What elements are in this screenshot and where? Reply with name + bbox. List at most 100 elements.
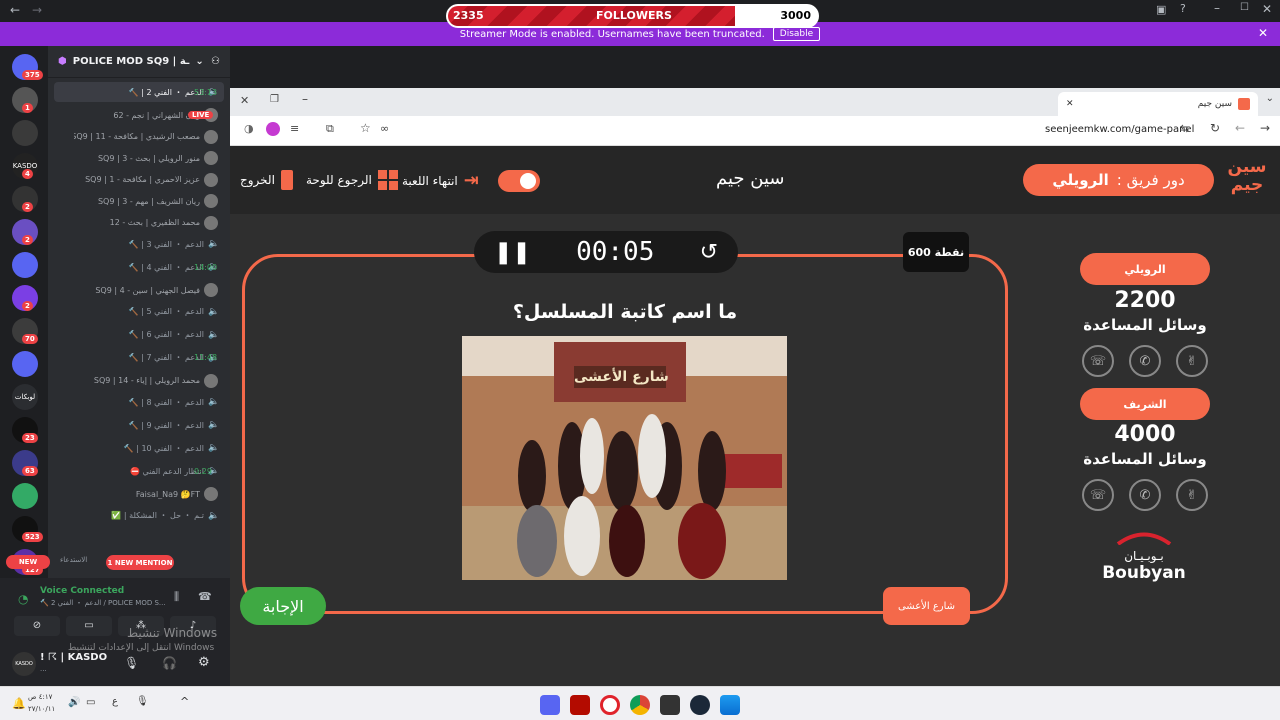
voice-user[interactable]: منور الرويلي | بحث - 3 | SQ9 (74, 148, 222, 168)
back-arrow-icon[interactable]: ← (10, 3, 20, 17)
copilot-icon[interactable]: ◑ (244, 122, 254, 135)
voice-user[interactable]: Faisal_Na9 🤔FT (74, 484, 222, 504)
reader-icon[interactable]: ∞ (380, 122, 389, 135)
disconnect-icon[interactable]: ☎ (198, 590, 212, 603)
reload-icon[interactable]: ↻ (1210, 121, 1220, 135)
username[interactable]: ! ☈ | KASDO (40, 652, 107, 663)
avatar[interactable]: KASDO (12, 652, 36, 676)
call-friend-icon[interactable]: ☏ (1082, 345, 1114, 377)
help-icon[interactable]: ? (1180, 2, 1186, 15)
chrome-taskbar-icon[interactable] (630, 695, 650, 715)
voice-channel[interactable]: 🔈 الدعم ・ الفني 8 | 🔨 (54, 392, 224, 412)
forward-arrow-icon[interactable]: → (32, 3, 42, 17)
voice-channel[interactable]: 🔈 انتظار الدعم الفني ⛔ 0:29 (54, 461, 224, 481)
mic-tray-icon[interactable]: 🎙 (136, 696, 149, 707)
phone-icon[interactable]: ✆ (1129, 345, 1161, 377)
favorite-star-icon[interactable]: ☆ (360, 121, 371, 135)
site-info-icon[interactable]: ⇆ (1180, 122, 1189, 135)
voice-user[interactable]: محمد الظفيري | بحث - 12 (74, 213, 222, 233)
banner-close-icon[interactable]: ✕ (1258, 26, 1268, 40)
toggle-switch[interactable] (498, 170, 540, 192)
team1-name: الرويلي (1080, 253, 1210, 285)
microphone-icon[interactable]: 🎙 (124, 656, 139, 670)
server-icon[interactable] (12, 351, 38, 377)
voice-channel[interactable]: 🔈 الدعم ・ الفني 5 | 🔨 (54, 302, 224, 322)
user-name: فيصل الجهني | سين - 4 | SQ9 (95, 285, 200, 295)
clock-time[interactable]: ٤:١٧ ص (28, 693, 52, 701)
voice-channel[interactable]: 🔈 الدعم ・ الفني 2 | 🔨 53:13 (54, 82, 224, 102)
voice-user[interactable]: محمد الرويلي | إياء - 14 | SQ9 (74, 371, 222, 391)
tray-chevron-icon[interactable]: ^ (180, 695, 189, 708)
voice-channel[interactable]: 🔈 الدعم ・ الفني 4 | 🔨 14:00 (54, 257, 224, 277)
voice-user[interactable]: عزيز الاحمري | مكافحة - 1 | SQ9 (74, 170, 222, 190)
clock-date[interactable]: ٢٧/١٠/١١ (28, 705, 55, 713)
pause-icon[interactable]: ❚❚ (494, 240, 531, 265)
two-answers-icon[interactable]: ✌ (1176, 345, 1208, 377)
noise-suppression-icon[interactable]: ⫼ (174, 590, 179, 604)
screen-share-icon[interactable]: ▭ (66, 616, 112, 636)
headphones-icon[interactable]: 🎧 (162, 656, 177, 670)
new-mention-pill[interactable]: 1 NEW MENTION (106, 555, 174, 570)
exit-button[interactable]: الخروج (240, 170, 293, 190)
voice-user[interactable]: ريان الشريف | مهم - 3 | SQ9 (74, 191, 222, 211)
notification-bell-icon[interactable]: 🔔 (12, 697, 26, 710)
reset-timer-icon[interactable]: ↺ (700, 240, 718, 265)
windows-start-icon[interactable] (720, 695, 740, 715)
close-icon[interactable]: ✕ (1262, 2, 1272, 16)
channel-name: الدعم ・ الفني 4 | 🔨 (128, 262, 204, 272)
language-indicator[interactable]: ع (112, 696, 118, 707)
server-icon[interactable] (12, 483, 38, 509)
server-header[interactable]: ⬢ POLICE MOD SQ9 | ـة ⌄ ⚇ (48, 46, 230, 78)
user-name: مصعب الرشيدي | مكافحة - 11 | SQ9 (74, 132, 200, 141)
server-icon[interactable] (12, 252, 38, 278)
voice-channel[interactable]: 🔈 الدعم ・ الفني 9 | 🔨 (54, 415, 224, 435)
add-member-icon[interactable]: ⚇ (211, 56, 220, 67)
profile-icon[interactable] (266, 122, 280, 136)
network-icon[interactable]: ▭ (86, 697, 95, 708)
voice-channel[interactable]: 🔈 الدعم ・ الفني 7 | 🔨 11:48 (54, 348, 224, 368)
voice-channel[interactable]: 🔈 الدعم ・ الفني 3 | 🔨 (54, 234, 224, 254)
phone-icon[interactable]: ✆ (1129, 479, 1161, 511)
url-text[interactable]: seenjeemkw.com/game-panel (1045, 124, 1194, 135)
window-minimize-icon[interactable]: – (302, 92, 308, 106)
forward-icon[interactable]: ← (1235, 121, 1245, 135)
voice-channel[interactable]: 🔈 الدعم ・ الفني 10 | 🔨 (54, 438, 224, 458)
voice-user[interactable]: ريان الشهراني | نجم - 62 LIVE (74, 105, 222, 125)
hint-box[interactable]: شارع الأعشى (883, 587, 970, 625)
opera-taskbar-icon[interactable] (600, 695, 620, 715)
server-icon[interactable]: لوبكات (12, 384, 38, 410)
browser-tab[interactable]: ✕ سين جيم (1058, 92, 1258, 116)
reading-list-icon[interactable]: ≡ (290, 122, 299, 135)
call-friend-icon[interactable]: ☏ (1082, 479, 1114, 511)
avatar (204, 215, 218, 230)
two-answers-icon[interactable]: ✌ (1176, 479, 1208, 511)
tab-close-icon[interactable]: ✕ (1066, 99, 1074, 109)
maximize-icon[interactable]: ☐ (1240, 2, 1249, 13)
tab-search-icon[interactable]: ⌄ (1266, 93, 1274, 104)
minimize-icon[interactable]: – (1214, 1, 1220, 15)
back-icon[interactable]: → (1260, 121, 1270, 135)
inbox-icon[interactable]: ▣ (1156, 3, 1166, 16)
camera-off-icon[interactable]: ⊘ (14, 616, 60, 636)
answer-button[interactable]: الإجابة (240, 587, 326, 625)
server-icon[interactable] (12, 120, 38, 146)
steam-taskbar-icon[interactable] (690, 695, 710, 715)
settings-gear-icon[interactable]: ⚙ (198, 655, 210, 670)
end-game-button[interactable]: انتهاء اللعبة ⇥ (402, 170, 479, 191)
obs-taskbar-icon[interactable] (660, 695, 680, 715)
extensions-icon[interactable]: ⧉ (326, 122, 334, 136)
voice-channel[interactable]: 🔨 الدعم ・ الفني 2 / POLICE MOD S... (40, 598, 170, 608)
voice-user[interactable]: فيصل الجهني | سين - 4 | SQ9 (74, 280, 222, 300)
banner-text: Streamer Mode is enabled. Usernames have… (459, 28, 765, 40)
window-close-icon[interactable]: ✕ (240, 94, 249, 107)
window-restore-icon[interactable]: ❐ (270, 94, 279, 105)
volume-icon[interactable]: 🔊 (68, 697, 80, 708)
new-badge[interactable]: NEW (6, 555, 50, 569)
voice-channel[interactable]: 🔈 تـم ・ حل ・ المشكلة | ✅ (54, 506, 224, 526)
disable-button[interactable]: Disable (772, 27, 821, 41)
back-to-board-button[interactable]: الرجوع للوحة (306, 170, 398, 190)
voice-channel[interactable]: 🔈 الدعم ・ الفني 6 | 🔨 (54, 325, 224, 345)
acrobat-taskbar-icon[interactable] (570, 695, 590, 715)
voice-user[interactable]: مصعب الرشيدي | مكافحة - 11 | SQ9 (74, 127, 222, 147)
discord-taskbar-icon[interactable] (540, 695, 560, 715)
